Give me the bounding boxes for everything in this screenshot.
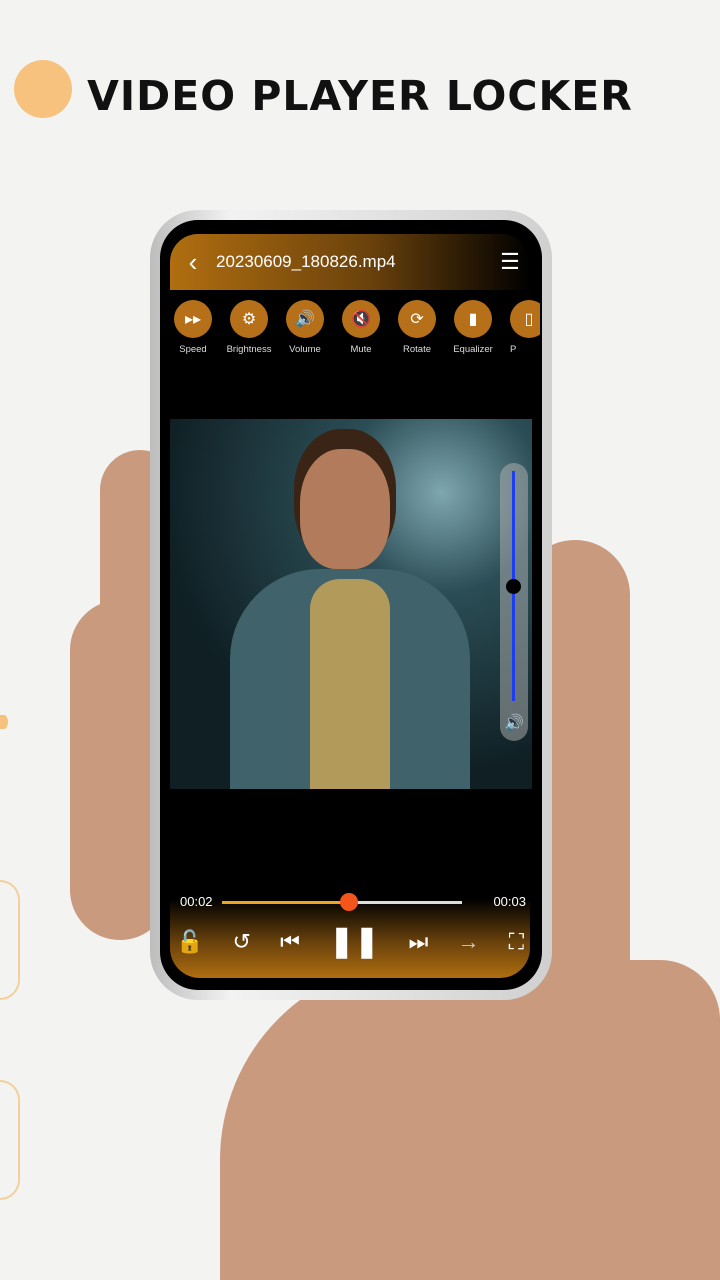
bottom-controls: 00:02 00:03 🔓 ↺ ⏮ ❚❚ ⏭ → ⛶: [170, 890, 530, 978]
tool-label: Rotate: [403, 344, 431, 355]
phone-frame: ‹ 20230609_180826.mp4 ☰ ▸▸ Speed ⚙ Brightn…: [150, 210, 552, 1000]
top-bar: ‹ 20230609_180826.mp4 ☰: [170, 234, 530, 290]
decor-ring: [0, 880, 20, 1000]
seek-progress: [222, 901, 350, 904]
player-screen: ‹ 20230609_180826.mp4 ☰ ▸▸ Speed ⚙ Brightn…: [160, 220, 542, 990]
tool-mute[interactable]: 🔇 Mute: [342, 300, 380, 355]
mute-icon: 🔇: [342, 300, 380, 338]
headline: VIDEO PLAYER LOCKER: [87, 72, 633, 120]
tool-label: Speed: [179, 344, 207, 355]
volume-icon: 🔊: [286, 300, 324, 338]
volume-slider[interactable]: 🔊: [500, 463, 528, 741]
video-frame[interactable]: 🔊: [170, 419, 532, 789]
seek-bar[interactable]: [222, 893, 462, 911]
hand-palm: [220, 960, 720, 1280]
arrow-right-icon[interactable]: →: [457, 929, 479, 955]
file-name: 20230609_180826.mp4: [216, 252, 396, 271]
volume-icon: 🔊: [504, 715, 524, 732]
tool-brightness[interactable]: ⚙ Brightness: [227, 300, 271, 355]
tool-volume[interactable]: 🔊 Volume: [286, 300, 324, 355]
tool-row: ▸▸ Speed ⚙ Brightness 🔊 Volume 🔇 Mute ⟳ Rotat…: [174, 300, 540, 355]
brightness-icon: ⚙: [230, 300, 268, 338]
pause-icon[interactable]: ❚❚: [329, 924, 379, 959]
replay-10-icon[interactable]: ↺: [233, 929, 251, 955]
decor-dot: [0, 715, 8, 729]
seek-knob[interactable]: [340, 893, 359, 911]
tool-label: Equalizer: [453, 344, 493, 355]
video-person-shirt: [310, 579, 390, 789]
tool-speed[interactable]: ▸▸ Speed: [174, 300, 212, 355]
tool-equalizer[interactable]: ▮ Equalizer: [453, 300, 493, 355]
tool-label: Volume: [289, 344, 321, 355]
tool-popup[interactable]: ▯ P: [510, 300, 540, 355]
decor-ring: [0, 1080, 20, 1200]
popup-icon: ▯: [510, 300, 540, 338]
fullscreen-icon[interactable]: ⛶: [509, 929, 524, 955]
tool-label: Mute: [350, 344, 372, 355]
fast-forward-icon: ▸▸: [174, 300, 212, 338]
current-time: 00:02: [180, 894, 213, 909]
volume-knob[interactable]: [506, 579, 521, 594]
chevron-left-icon[interactable]: ‹: [170, 247, 216, 278]
equalizer-icon: ▮: [454, 300, 492, 338]
previous-icon[interactable]: ⏮: [280, 929, 300, 955]
playlist-icon[interactable]: ☰: [490, 249, 530, 275]
unlock-icon[interactable]: 🔓: [176, 929, 203, 955]
duration: 00:03: [493, 894, 526, 909]
rotate-icon: ⟳: [398, 300, 436, 338]
tool-label: P: [510, 344, 517, 355]
next-icon[interactable]: ⏭: [409, 929, 429, 955]
tool-label: Brightness: [226, 344, 272, 355]
video-person-head: [300, 449, 390, 569]
tool-rotate[interactable]: ⟳ Rotate: [398, 300, 436, 355]
